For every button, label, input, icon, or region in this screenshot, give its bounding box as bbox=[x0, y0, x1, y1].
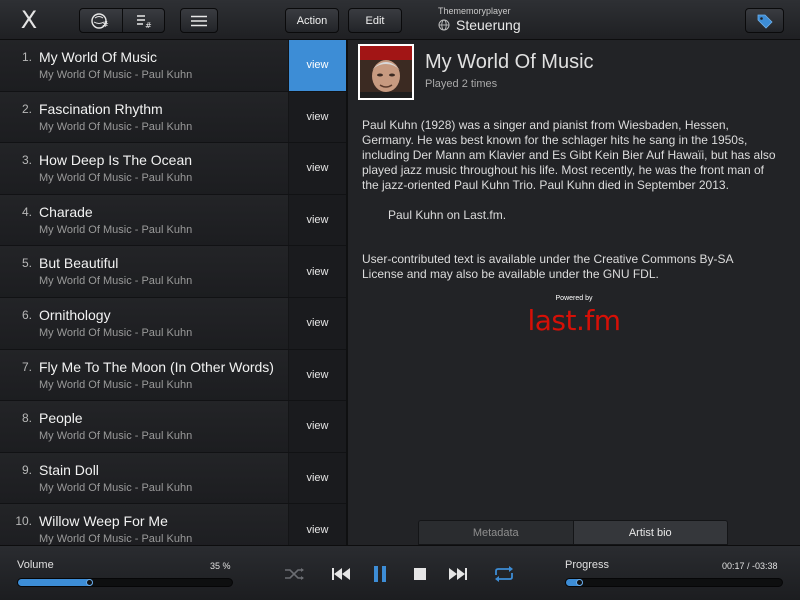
track-title: Charade bbox=[39, 203, 93, 220]
volume-knob[interactable] bbox=[86, 579, 93, 586]
edit-button[interactable]: Edit bbox=[348, 8, 402, 33]
pause-icon[interactable] bbox=[371, 563, 389, 585]
track-row[interactable]: 4. Charade My World Of Music - Paul Kuhn vi… bbox=[0, 194, 346, 247]
shuffle-icon[interactable] bbox=[283, 563, 307, 585]
track-number: 1. bbox=[21, 50, 32, 64]
track-subtitle: My World Of Music - Paul Kuhn bbox=[39, 430, 193, 443]
repeat-icon[interactable] bbox=[492, 563, 516, 585]
view-button[interactable]: view bbox=[288, 91, 346, 143]
track-list: 1. My World Of Music My World Of Music - P… bbox=[0, 40, 346, 545]
page-title[interactable]: Steuerung bbox=[438, 17, 521, 33]
album-cover bbox=[358, 44, 414, 100]
track-number: 6. bbox=[21, 307, 32, 322]
player-bar: Volume 35 % Progress 00:17 / -03:38 bbox=[0, 545, 800, 600]
page-title-block: Thememoryplayer Steuerung bbox=[438, 6, 521, 33]
track-subtitle: My World Of Music - Paul Kuhn bbox=[39, 69, 193, 81]
track-number: 9. bbox=[21, 462, 32, 477]
track-subtitle: My World Of Music - Paul Kuhn bbox=[39, 120, 193, 133]
index-segmented-control: # # bbox=[79, 8, 165, 33]
top-toolbar: X # # Action Edit Thememoryplayer Steuer… bbox=[0, 0, 800, 40]
track-title: But Beautiful bbox=[39, 255, 119, 272]
track-row[interactable]: 2. Fascination Rhythm My World Of Music - … bbox=[0, 91, 346, 144]
view-button[interactable]: view bbox=[288, 349, 346, 401]
play-count: Played 2 times bbox=[425, 78, 498, 90]
tag-icon bbox=[757, 14, 773, 29]
tag-button[interactable] bbox=[745, 8, 784, 33]
track-row[interactable]: 1. My World Of Music My World Of Music - P… bbox=[0, 40, 346, 92]
app-subtitle: Thememoryplayer bbox=[438, 6, 511, 16]
page-title-label: Steuerung bbox=[456, 17, 521, 33]
action-button[interactable]: Action bbox=[285, 8, 339, 33]
track-subtitle: My World Of Music - Paul Kuhn bbox=[39, 172, 193, 185]
track-number: 3. bbox=[21, 153, 32, 168]
track-row[interactable]: 6. Ornithology My World Of Music - Paul Ku… bbox=[0, 297, 346, 350]
album-title: My World Of Music bbox=[425, 51, 594, 73]
track-subtitle: My World Of Music - Paul Kuhn bbox=[39, 481, 193, 494]
track-title: Fly Me To The Moon (In Other Words) bbox=[39, 358, 274, 375]
track-number: 4. bbox=[21, 204, 32, 219]
track-row[interactable]: 7. Fly Me To The Moon (In Other Words) My … bbox=[0, 349, 346, 402]
track-row[interactable]: 10. Willow Weep For Me My World Of Music -… bbox=[0, 504, 346, 545]
tab-artist-bio[interactable]: Artist bio bbox=[572, 521, 727, 544]
track-subtitle: My World Of Music - Paul Kuhn bbox=[39, 533, 193, 545]
track-number: 2. bbox=[21, 101, 32, 116]
tab-metadata[interactable]: Metadata bbox=[419, 521, 573, 544]
close-icon[interactable]: X bbox=[17, 6, 41, 34]
view-button[interactable]: view bbox=[288, 194, 346, 246]
view-button[interactable]: view bbox=[288, 401, 346, 452]
previous-icon[interactable] bbox=[330, 563, 352, 585]
lastfm-artist-link[interactable]: Paul Kuhn on Last.fm. bbox=[388, 208, 506, 222]
globe-icon bbox=[438, 19, 450, 31]
track-title: People bbox=[39, 410, 83, 427]
progress-slider[interactable] bbox=[565, 578, 783, 587]
track-number: 10. bbox=[15, 514, 32, 529]
svg-text:#: # bbox=[102, 20, 109, 29]
track-subtitle: My World Of Music - Paul Kuhn bbox=[39, 223, 193, 236]
view-button[interactable]: view bbox=[288, 40, 346, 91]
detail-panel: My World Of Music Played 2 times Paul Ku… bbox=[348, 40, 800, 545]
artist-bio-text: Paul Kuhn (1928) was a singer and pianis… bbox=[362, 118, 776, 192]
track-title: Ornithology bbox=[39, 306, 111, 323]
lastfm-logo[interactable]: last.fm bbox=[348, 304, 800, 337]
license-text: User-contributed text is available under… bbox=[362, 252, 733, 281]
track-row[interactable]: 3. How Deep Is The Ocean My World Of Music… bbox=[0, 143, 346, 195]
detail-tabs: Metadata Artist bio bbox=[418, 520, 728, 545]
track-subtitle: My World Of Music - Paul Kuhn bbox=[39, 275, 193, 288]
track-title: My World Of Music bbox=[39, 49, 157, 65]
track-title: Fascination Rhythm bbox=[39, 100, 163, 117]
view-button[interactable]: view bbox=[288, 297, 346, 349]
track-number: 5. bbox=[21, 256, 32, 271]
menu-icon[interactable] bbox=[180, 8, 218, 33]
progress-label: Progress bbox=[565, 559, 610, 571]
track-number: 8. bbox=[21, 411, 32, 426]
volume-slider[interactable] bbox=[17, 578, 233, 587]
track-row[interactable]: 9. Stain Doll My World Of Music - Paul Kuh… bbox=[0, 452, 346, 505]
view-button[interactable]: view bbox=[288, 246, 346, 297]
track-index-icon[interactable]: # bbox=[122, 9, 164, 32]
track-title: How Deep Is The Ocean bbox=[39, 152, 193, 169]
track-row[interactable]: 5. But Beautiful My World Of Music - Paul … bbox=[0, 246, 346, 298]
track-subtitle: My World Of Music - Paul Kuhn bbox=[39, 378, 193, 391]
volume-value: 35 % bbox=[210, 561, 231, 571]
track-title: Willow Weep For Me bbox=[39, 513, 168, 530]
view-button[interactable]: view bbox=[288, 143, 346, 194]
next-icon[interactable] bbox=[447, 563, 469, 585]
stop-icon[interactable] bbox=[412, 563, 428, 585]
volume-label: Volume bbox=[17, 559, 54, 571]
svg-text:#: # bbox=[145, 21, 152, 30]
view-button[interactable]: view bbox=[288, 452, 346, 504]
powered-by-label: Powered by bbox=[555, 295, 593, 302]
progress-time: 00:17 / -03:38 bbox=[722, 561, 778, 571]
view-button[interactable]: view bbox=[288, 504, 346, 545]
track-title: Stain Doll bbox=[39, 461, 99, 478]
progress-knob[interactable] bbox=[576, 579, 583, 586]
track-number: 7. bbox=[21, 359, 32, 374]
volume-fill bbox=[18, 579, 93, 586]
track-subtitle: My World Of Music - Paul Kuhn bbox=[39, 326, 193, 339]
artist-index-icon[interactable]: # bbox=[80, 9, 122, 32]
track-row[interactable]: 8. People My World Of Music - Paul Kuhn vie… bbox=[0, 401, 346, 453]
